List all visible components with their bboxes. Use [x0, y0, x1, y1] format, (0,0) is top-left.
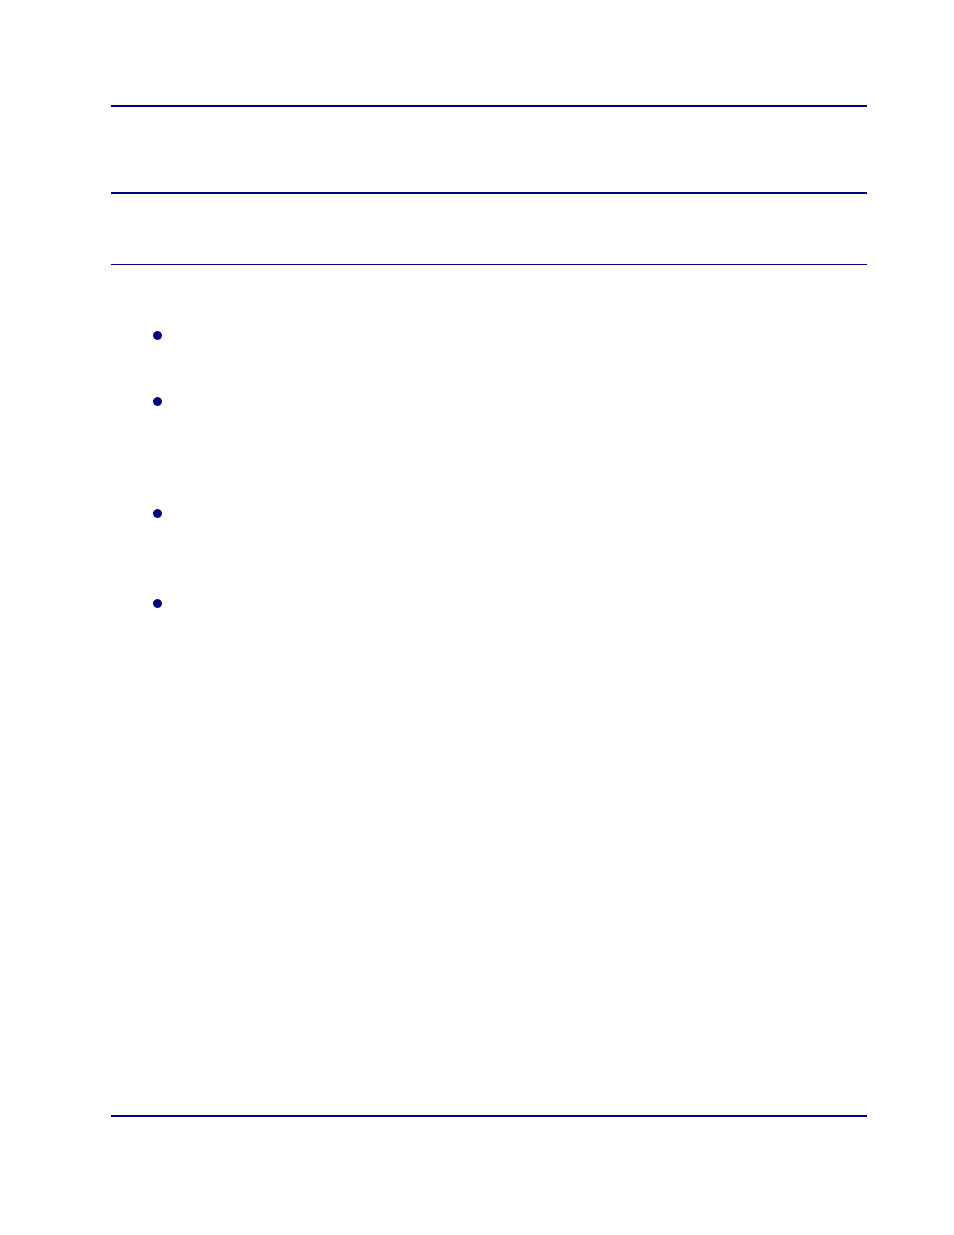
bullet-item — [153, 503, 867, 585]
bullet-item — [153, 325, 867, 383]
footer-horizontal-rule — [111, 1115, 867, 1117]
horizontal-rule-thin — [111, 264, 867, 265]
horizontal-rule-medium — [111, 192, 867, 194]
bullet-list — [111, 325, 867, 651]
bullet-item — [153, 391, 867, 495]
bullet-item — [153, 593, 867, 651]
horizontal-rule-thick — [111, 105, 867, 107]
document-page — [0, 0, 954, 1235]
